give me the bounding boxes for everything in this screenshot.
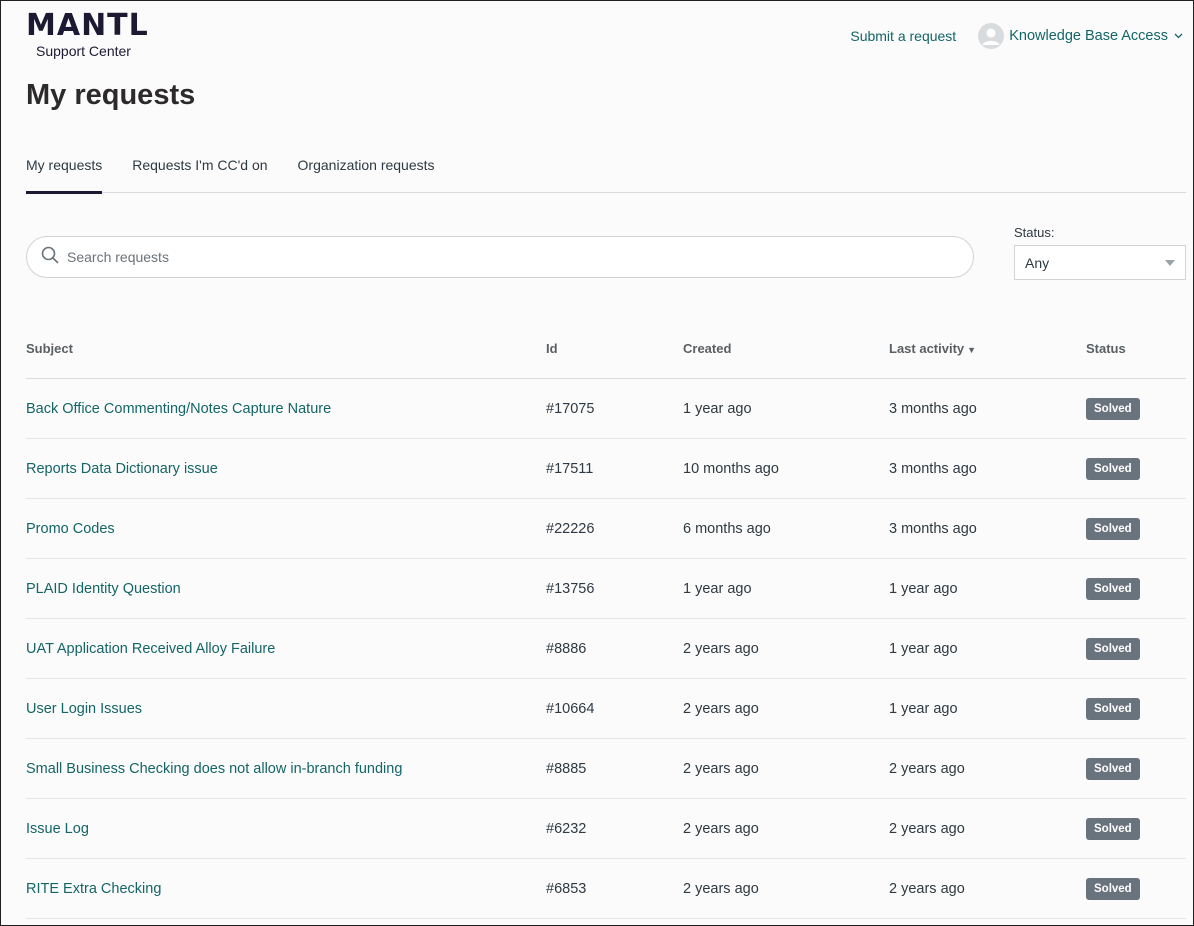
tab-organization-requests[interactable]: Organization requests (298, 153, 435, 193)
request-id: #10664 (546, 700, 595, 717)
column-header-subject[interactable]: Subject (26, 341, 546, 356)
request-created: 2 years ago (683, 700, 759, 717)
request-subject-link[interactable]: Small Business Checking does not allow i… (26, 761, 402, 777)
request-id: #13756 (546, 580, 595, 597)
request-subject-link[interactable]: RITE Extra Checking (26, 881, 161, 897)
table-row: Small Business Checking does not allow i… (26, 739, 1186, 799)
request-created: 10 months ago (683, 460, 779, 477)
status-badge: Solved (1086, 637, 1140, 660)
user-avatar-icon (978, 23, 1005, 49)
request-last-activity: 2 years ago (889, 760, 965, 777)
request-tabs: My requests Requests I'm CC'd on Organiz… (26, 153, 1186, 194)
request-subject-link[interactable]: PLAID Identity Question (26, 581, 181, 597)
request-created: 2 years ago (683, 820, 759, 837)
status-badge: Solved (1086, 877, 1140, 900)
status-select[interactable]: Any (1014, 245, 1186, 280)
request-id: #6232 (546, 820, 587, 837)
table-row: Back Office Commenting/Notes Capture Nat… (26, 379, 1186, 439)
request-last-activity: 1 year ago (889, 580, 958, 597)
status-badge: Solved (1086, 697, 1140, 720)
column-header-created[interactable]: Created (683, 341, 889, 356)
request-created: 6 months ago (683, 520, 771, 537)
request-last-activity: 3 months ago (889, 460, 977, 477)
table-row: Promo Codes #22226 6 months ago 3 months… (26, 499, 1186, 559)
table-row: PLAID Identity Question #13756 1 year ag… (26, 559, 1186, 619)
table-row: Reports Data Dictionary issue #17511 10 … (26, 439, 1186, 499)
logo-subtitle: Support Center (36, 43, 131, 59)
request-id: #17511 (546, 460, 594, 477)
status-badge: Solved (1086, 517, 1140, 540)
submit-request-link[interactable]: Submit a request (850, 28, 956, 44)
search-input[interactable] (67, 249, 927, 265)
tab-my-requests[interactable]: My requests (26, 153, 103, 194)
request-created: 1 year ago (683, 400, 752, 417)
request-subject-link[interactable]: Reports Data Dictionary issue (26, 461, 218, 477)
request-created: 1 year ago (683, 580, 752, 597)
search-icon (41, 246, 59, 269)
request-last-activity: 3 months ago (889, 400, 977, 417)
user-name: Knowledge Base Access (1009, 28, 1168, 44)
status-filter-label: Status: (1014, 225, 1055, 240)
request-id: #8886 (546, 640, 587, 657)
request-created: 2 years ago (683, 880, 759, 897)
user-menu[interactable]: Knowledge Base Access (978, 23, 1183, 49)
request-id: #17075 (546, 400, 595, 417)
table-row: Issue Log #6232 2 years ago 2 years ago … (26, 799, 1186, 859)
page-title: My requests (26, 79, 196, 111)
status-select-value: Any (1025, 254, 1050, 271)
chevron-down-icon (1174, 31, 1183, 42)
header-nav: Submit a request Knowledge Base Access (850, 23, 1183, 49)
request-last-activity: 2 years ago (889, 880, 965, 897)
request-last-activity: 2 years ago (889, 820, 965, 837)
status-badge: Solved (1086, 397, 1140, 420)
search-box[interactable] (26, 236, 974, 278)
request-last-activity: 1 year ago (889, 700, 958, 717)
request-last-activity: 1 year ago (889, 640, 958, 657)
column-header-id[interactable]: Id (546, 341, 683, 356)
request-id: #22226 (546, 520, 595, 537)
caret-down-icon (1165, 259, 1175, 266)
request-subject-link[interactable]: Back Office Commenting/Notes Capture Nat… (26, 401, 331, 417)
request-last-activity: 3 months ago (889, 520, 977, 537)
request-id: #8885 (546, 760, 587, 777)
request-subject-link[interactable]: Issue Log (26, 821, 89, 837)
request-created: 2 years ago (683, 760, 759, 777)
request-id: #6853 (546, 880, 587, 897)
status-badge: Solved (1086, 577, 1140, 600)
logo-wordmark: MANTL (26, 8, 149, 43)
column-header-last-activity-label: Last activity (889, 341, 965, 356)
column-header-status[interactable]: Status (1086, 341, 1186, 356)
status-badge: Solved (1086, 757, 1140, 780)
sort-down-icon: ▼ (967, 345, 977, 355)
request-subject-link[interactable]: User Login Issues (26, 701, 142, 717)
requests-table: Subject Id Created Last activity ▼ Status… (26, 319, 1186, 919)
tab-requests-cc[interactable]: Requests I'm CC'd on (132, 153, 267, 193)
status-filter: Status: Any (1014, 225, 1186, 280)
table-row: UAT Application Received Alloy Failure #… (26, 619, 1186, 679)
support-center-page: MANTL Support Center Submit a request Kn… (0, 0, 1194, 926)
table-row: RITE Extra Checking #6853 2 years ago 2 … (26, 859, 1186, 919)
status-badge: Solved (1086, 457, 1140, 480)
table-row: User Login Issues #10664 2 years ago 1 y… (26, 679, 1186, 739)
status-badge: Solved (1086, 817, 1140, 840)
request-subject-link[interactable]: UAT Application Received Alloy Failure (26, 641, 275, 657)
column-header-last-activity[interactable]: Last activity ▼ (889, 341, 1086, 356)
table-header: Subject Id Created Last activity ▼ Status (26, 319, 1186, 379)
request-subject-link[interactable]: Promo Codes (26, 521, 115, 537)
mantl-logo[interactable]: MANTL Support Center (26, 8, 149, 60)
request-created: 2 years ago (683, 640, 759, 657)
